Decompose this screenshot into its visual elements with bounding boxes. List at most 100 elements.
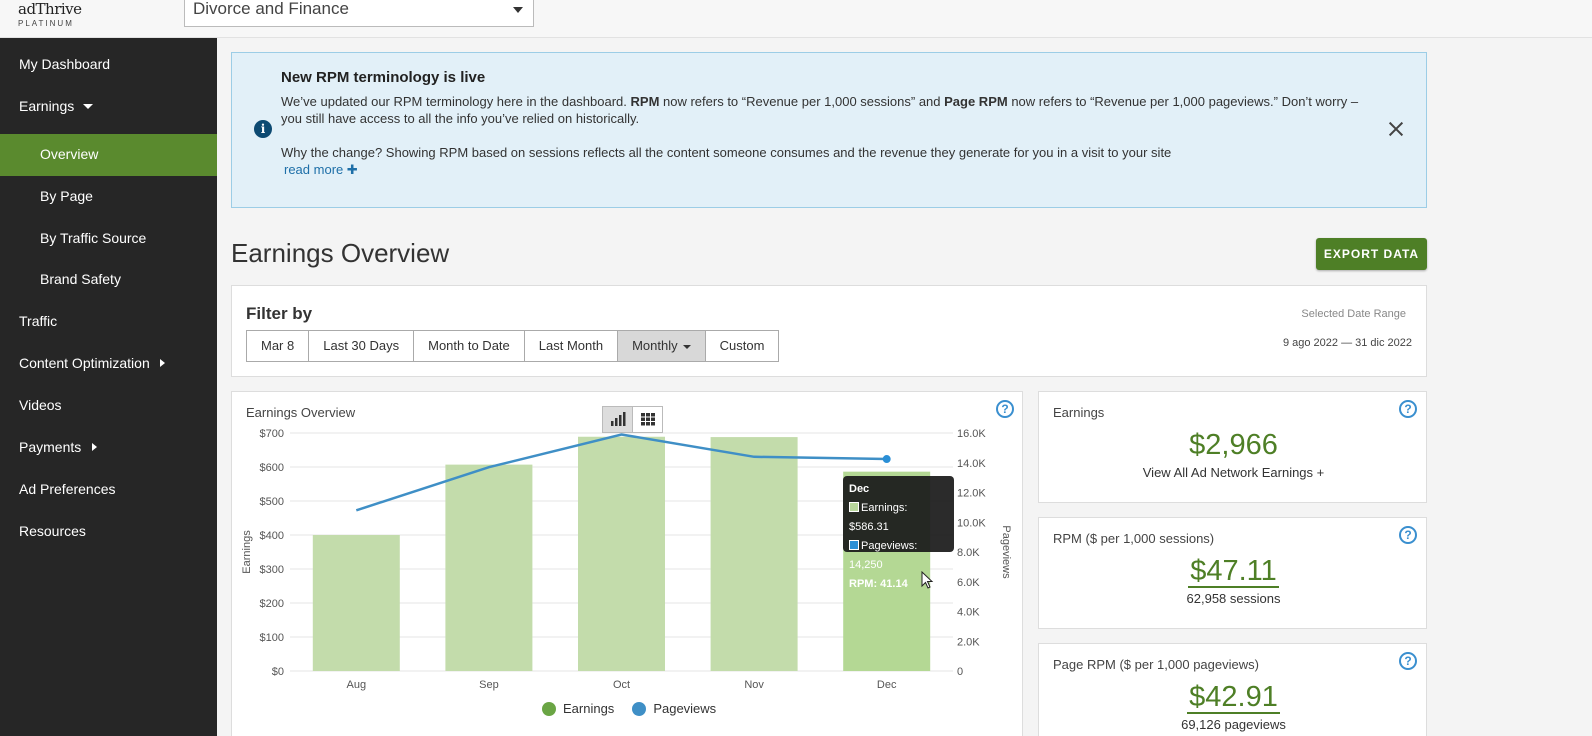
y-axis-label: Earnings xyxy=(241,530,253,574)
logo-tier: PLATINUM xyxy=(18,19,74,28)
view-all-earnings-link[interactable]: View All Ad Network Earnings + xyxy=(1039,465,1428,480)
notice-term-rpm: RPM xyxy=(630,94,660,109)
y-tick-label: $600 xyxy=(260,462,284,474)
export-data-button[interactable]: EXPORT DATA xyxy=(1316,238,1427,270)
x-tick-label: Sep xyxy=(479,679,499,691)
help-icon[interactable]: ? xyxy=(1399,400,1417,418)
sidebar-item-label: Traffic xyxy=(19,313,58,329)
x-tick-label: Aug xyxy=(347,679,367,691)
earnings-total: $2,966 xyxy=(1039,429,1428,462)
filter-custom-button[interactable]: Custom xyxy=(704,330,780,362)
bar-aug xyxy=(312,535,400,671)
card-title: Page RPM ($ per 1,000 pageviews) xyxy=(1053,657,1259,672)
bar-oct xyxy=(578,436,665,671)
x-tick-label: Dec xyxy=(877,679,897,691)
y2-tick-label: 4.0K xyxy=(957,607,980,619)
y2-tick-label: 16.0K xyxy=(957,428,986,440)
y-tick-label: $500 xyxy=(260,496,284,508)
card-title: Earnings xyxy=(1053,405,1105,420)
sidebar: My Dashboard Earnings Overview By Page B… xyxy=(0,38,217,736)
x-tick-label: Oct xyxy=(613,679,630,691)
y2-tick-label: 10.0K xyxy=(957,517,986,529)
legend-label: Earnings xyxy=(563,701,615,716)
legend-item-earnings[interactable]: Earnings xyxy=(542,701,614,716)
site-select-value: Divorce and Finance xyxy=(193,0,349,18)
legend-item-pageviews[interactable]: Pageviews xyxy=(632,701,716,716)
sidebar-item-ad-preferences[interactable]: Ad Preferences xyxy=(0,469,217,511)
close-icon[interactable] xyxy=(1388,121,1404,137)
card-title: RPM ($ per 1,000 sessions) xyxy=(1053,531,1215,546)
sidebar-item-overview[interactable]: Overview xyxy=(0,134,217,176)
sidebar-item-label: By Page xyxy=(40,188,93,204)
y2-axis-label: Pageviews xyxy=(1000,525,1012,579)
sidebar-item-label: Videos xyxy=(19,397,62,413)
sidebar-item-label: Earnings xyxy=(19,98,75,114)
filter-month-to-date-button[interactable]: Month to Date xyxy=(413,330,525,362)
bar-nov xyxy=(710,437,798,671)
filter-button-group: Mar 8 Last 30 Days Month to Date Last Mo… xyxy=(246,330,780,362)
sidebar-item-by-page[interactable]: By Page xyxy=(0,176,217,218)
sidebar-item-earnings[interactable]: Earnings xyxy=(0,86,217,128)
y-tick-label: $300 xyxy=(260,564,284,576)
filter-last-30-days-button[interactable]: Last 30 Days xyxy=(308,330,415,362)
help-icon[interactable]: ? xyxy=(996,400,1014,418)
pageviews-swatch xyxy=(849,540,859,550)
read-more-link[interactable]: read more ✚ xyxy=(284,162,358,178)
logo-wordmark: adThrive xyxy=(18,0,82,18)
sidebar-item-label: Overview xyxy=(40,146,99,162)
filter-mar-8-button[interactable]: Mar 8 xyxy=(246,330,310,362)
sidebar-item-traffic[interactable]: Traffic xyxy=(0,301,217,343)
filter-panel: Filter by Mar 8 Last 30 Days Month to Da… xyxy=(231,285,1427,377)
sidebar-item-by-traffic-source[interactable]: By Traffic Source xyxy=(0,218,217,260)
tooltip-pageviews-value: Pageviews: 14,250 xyxy=(849,540,918,571)
sidebar-item-videos[interactable]: Videos xyxy=(0,385,217,427)
date-range-label: Selected Date Range xyxy=(1301,308,1406,320)
rpm-card: RPM ($ per 1,000 sessions) ? $47.11 62,9… xyxy=(1038,517,1427,629)
bar-sep xyxy=(445,464,533,671)
page-title: Earnings Overview xyxy=(231,238,450,268)
sidebar-item-label: Payments xyxy=(19,439,82,455)
filter-monthly-label: Monthly xyxy=(632,338,678,353)
page-rpm-value: $42.91 xyxy=(1187,681,1280,714)
rpm-total: $47.11 xyxy=(1039,555,1428,588)
caret-right-icon xyxy=(160,359,165,367)
notice-title: New RPM terminology is live xyxy=(281,69,486,86)
tooltip-month: Dec xyxy=(849,483,870,495)
sidebar-item-content-optimization[interactable]: Content Optimization xyxy=(0,343,217,385)
sidebar-item-label: Brand Safety xyxy=(40,271,121,287)
notice-term-page-rpm: Page RPM xyxy=(944,94,1008,109)
bar-chart-view-button[interactable] xyxy=(602,406,633,433)
y2-tick-label: 8.0K xyxy=(957,547,980,559)
y2-tick-label: 2.0K xyxy=(957,636,980,648)
earnings-swatch xyxy=(849,502,859,512)
date-range-value: 9 ago 2022 — 31 dic 2022 xyxy=(1282,337,1412,349)
earnings-card: Earnings ? $2,966 View All Ad Network Ea… xyxy=(1038,391,1427,503)
y2-tick-label: 6.0K xyxy=(957,577,980,589)
sidebar-item-label: By Traffic Source xyxy=(40,230,147,246)
site-select[interactable]: Divorce and Finance xyxy=(184,0,534,27)
sidebar-item-label: My Dashboard xyxy=(19,56,111,72)
help-icon[interactable]: ? xyxy=(1399,652,1417,670)
caret-down-icon xyxy=(83,104,93,109)
chevron-down-icon xyxy=(513,7,523,13)
filter-monthly-dropdown[interactable]: Monthly xyxy=(617,330,706,362)
earnings-value: $2,966 xyxy=(1189,429,1278,461)
notice-text: now refers to “Revenue per 1,000 session… xyxy=(659,94,945,109)
sidebar-item-my-dashboard[interactable]: My Dashboard xyxy=(0,44,217,86)
pageviews-count: 69,126 pageviews xyxy=(1181,717,1286,732)
bar-chart-icon xyxy=(611,412,626,426)
table-view-button[interactable] xyxy=(632,406,663,433)
pageviews-point-dec xyxy=(882,455,891,464)
info-icon: i xyxy=(254,120,272,138)
sidebar-item-brand-safety[interactable]: Brand Safety xyxy=(0,259,217,301)
sidebar-item-payments[interactable]: Payments xyxy=(0,427,217,469)
y-tick-label: $100 xyxy=(260,632,284,644)
adthrive-logo[interactable]: adThrive PLATINUM xyxy=(18,2,88,32)
help-icon[interactable]: ? xyxy=(1399,526,1417,544)
chart-tooltip: Dec Earnings: $586.31 Pageviews: 14,250 … xyxy=(843,476,954,590)
sidebar-item-resources[interactable]: Resources xyxy=(0,511,217,553)
sessions-count: 62,958 sessions xyxy=(1186,591,1281,606)
filter-last-month-button[interactable]: Last Month xyxy=(523,330,619,362)
chart-view-toggle xyxy=(602,406,663,433)
chart-legend: Earnings Pageviews xyxy=(542,701,734,716)
